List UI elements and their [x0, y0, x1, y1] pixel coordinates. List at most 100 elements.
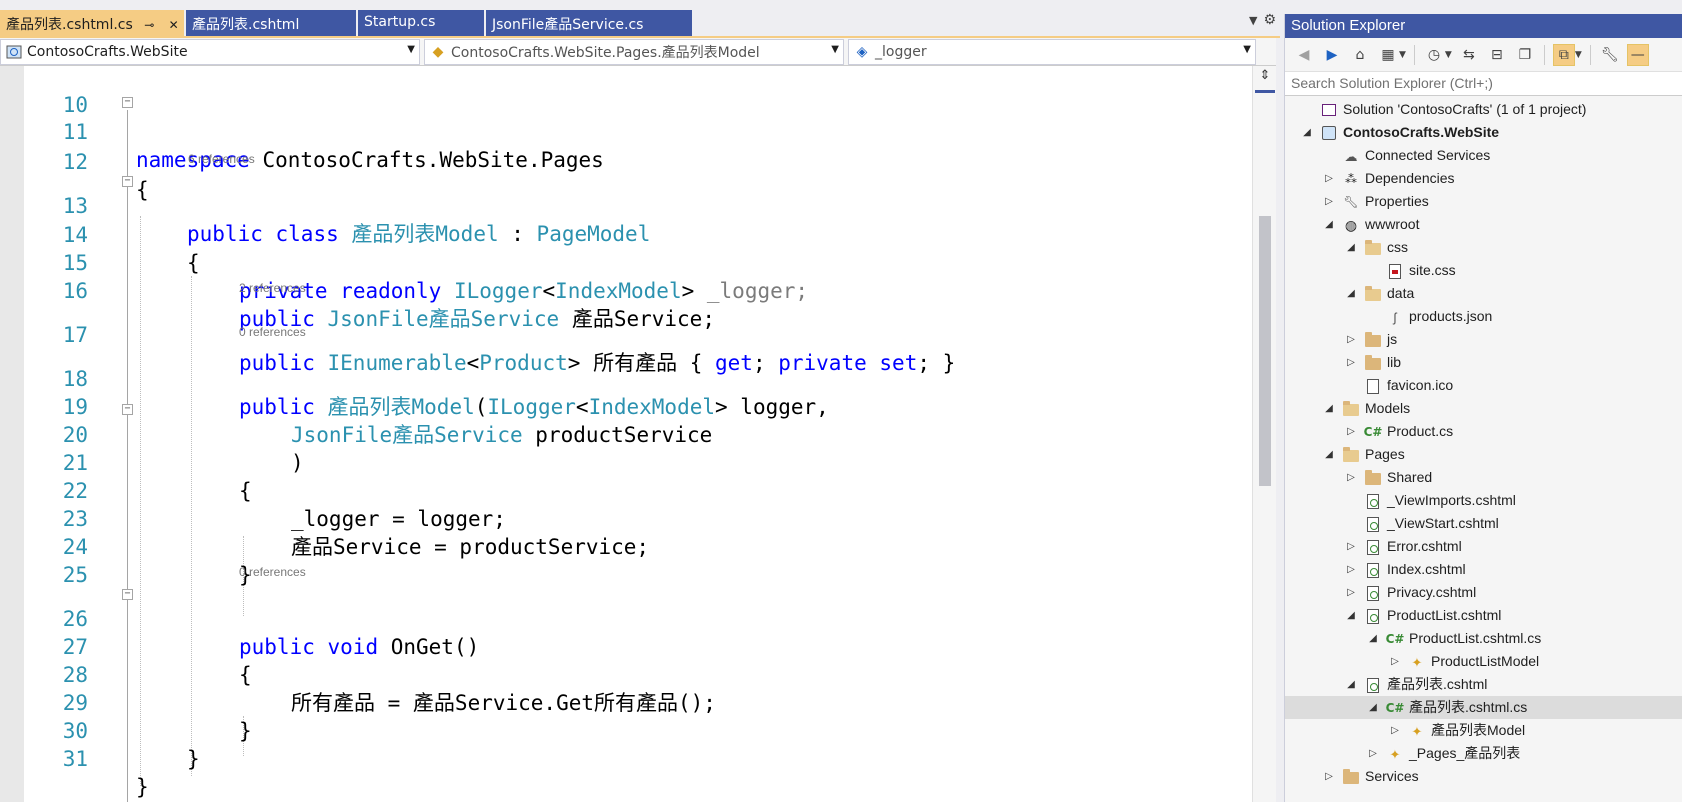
collapsed-arrow-icon[interactable]: ▷: [1367, 742, 1379, 765]
collapsed-arrow-icon[interactable]: ▷: [1345, 581, 1357, 604]
solution-explorer-toolbar: ◀ ▶ ⌂ ▦ ▼ ◷ ▼ ⇆ ⊟ ❐ ⧉ ▼ 🔧︎ —: [1285, 38, 1682, 72]
tree-item[interactable]: ▷ js: [1285, 328, 1682, 351]
close-icon[interactable]: ✕: [166, 18, 182, 32]
collapsed-arrow-icon[interactable]: ▷: [1323, 765, 1335, 788]
toolbar-separator: [1543, 44, 1545, 65]
tab-list-dropdown-icon[interactable]: ▼: [1249, 14, 1257, 28]
tab-jsonfile-service-cs[interactable]: JsonFile產品Service.cs: [486, 10, 692, 36]
pending-changes-filter-icon[interactable]: ◷: [1423, 44, 1445, 66]
code-editor[interactable]: − − − − 10 11 namespace ContosoCrafts.We…: [0, 66, 1252, 802]
forward-icon[interactable]: ▶: [1321, 44, 1343, 66]
split-window-icon[interactable]: ⇕: [1257, 68, 1273, 84]
tree-item[interactable]: ◢ ContosoCrafts.WebSite: [1285, 121, 1682, 144]
tree-item[interactable]: ▷ Index.cshtml: [1285, 558, 1682, 581]
show-all-files-icon[interactable]: ❐: [1514, 44, 1536, 66]
chevron-down-icon[interactable]: ▼: [1575, 50, 1582, 60]
type-dropdown[interactable]: ◆ ContosoCrafts.WebSite.Pages.產品列表Model …: [424, 39, 844, 65]
tree-item-label: Index.cshtml: [1387, 561, 1466, 577]
pin-panel-icon[interactable]: —: [1626, 43, 1649, 66]
code-line: 22 _logger = logger;: [0, 449, 1240, 531]
expanded-arrow-icon[interactable]: ◢: [1323, 213, 1335, 236]
properties-wrench-icon[interactable]: 🔧︎: [1599, 44, 1621, 66]
expanded-arrow-icon[interactable]: ◢: [1345, 236, 1357, 259]
collapsed-arrow-icon[interactable]: ▷: [1345, 535, 1357, 558]
collapsed-arrow-icon: [1345, 489, 1357, 512]
tree-item[interactable]: ◢ Pages: [1285, 443, 1682, 466]
editor-vertical-scrollbar[interactable]: ⇕: [1252, 66, 1276, 802]
pin-icon[interactable]: ⊸: [141, 18, 157, 32]
sync-with-document-icon[interactable]: ⇆: [1458, 44, 1480, 66]
tree-item[interactable]: ☁ Connected Services: [1285, 144, 1682, 167]
tree-item[interactable]: ▷ Error.cshtml: [1285, 535, 1682, 558]
collapsed-arrow-icon[interactable]: ▷: [1345, 466, 1357, 489]
tree-item-label: 產品列表.cshtml: [1387, 676, 1488, 692]
collapsed-arrow-icon[interactable]: ▷: [1345, 328, 1357, 351]
collapse-all-icon[interactable]: ⊟: [1486, 44, 1508, 66]
preview-selected-items-icon[interactable]: ⧉: [1552, 43, 1575, 66]
collapsed-arrow-icon[interactable]: ▷: [1323, 167, 1335, 190]
collapsed-arrow-icon[interactable]: ▷: [1389, 719, 1401, 742]
collapsed-arrow-icon[interactable]: ▷: [1323, 190, 1335, 213]
tree-item[interactable]: Solution 'ContosoCrafts' (1 of 1 project…: [1285, 98, 1682, 121]
gear-icon[interactable]: ⚙: [1263, 12, 1276, 28]
code-line: 16 public JsonFile產品Service 產品Service;: [0, 249, 1240, 331]
tab-product-list-cshtml-cs[interactable]: 產品列表.cshtml.cs ⊸ ✕: [0, 10, 184, 36]
tree-item-label: js: [1387, 331, 1398, 347]
tree-item[interactable]: ◢ C# 產品列表.cshtml.cs: [1285, 696, 1682, 719]
back-icon[interactable]: ◀: [1293, 44, 1315, 66]
tree-item[interactable]: ◢ css: [1285, 236, 1682, 259]
collapsed-arrow-icon[interactable]: ▷: [1345, 558, 1357, 581]
tree-item[interactable]: ▷ ⁂ Dependencies: [1285, 167, 1682, 190]
code-line: 20 ): [0, 393, 1240, 475]
code-line: 21 {: [0, 421, 1240, 503]
document-tab-strip: 產品列表.cshtml.cs ⊸ ✕ 產品列表.cshtml Startup.c…: [0, 0, 1280, 38]
tree-item[interactable]: _ViewImports.cshtml: [1285, 489, 1682, 512]
tree-item[interactable]: ▷ 🔧︎ Properties: [1285, 190, 1682, 213]
tree-item[interactable]: ◢ data: [1285, 282, 1682, 305]
tree-item[interactable]: ▷ Privacy.cshtml: [1285, 581, 1682, 604]
tree-item[interactable]: ▷ ✦ ProductListModel: [1285, 650, 1682, 673]
tree-item[interactable]: ◢ ◍ wwwroot: [1285, 213, 1682, 236]
panel-title[interactable]: Solution Explorer: [1285, 14, 1682, 38]
expanded-arrow-icon[interactable]: ◢: [1345, 604, 1357, 627]
tree-item[interactable]: ▷ C# Product.cs: [1285, 420, 1682, 443]
collapsed-arrow-icon[interactable]: ▷: [1345, 420, 1357, 443]
tree-item[interactable]: ◢ ProductList.cshtml: [1285, 604, 1682, 627]
chevron-down-icon[interactable]: ▼: [1445, 50, 1452, 60]
solution-explorer-search-input[interactable]: Search Solution Explorer (Ctrl+;): [1285, 72, 1682, 96]
expanded-arrow-icon[interactable]: ◢: [1345, 673, 1357, 696]
chevron-down-icon[interactable]: ▼: [1399, 50, 1406, 60]
expanded-arrow-icon[interactable]: ◢: [1367, 627, 1379, 650]
dependencies-icon: ⁂: [1345, 171, 1357, 186]
tree-item[interactable]: ◢ Models: [1285, 397, 1682, 420]
tree-item[interactable]: ▷ ✦ _Pages_產品列表: [1285, 742, 1682, 765]
collapsed-arrow-icon[interactable]: ▷: [1389, 650, 1401, 673]
scrollbar-thumb[interactable]: [1259, 216, 1271, 486]
project-dropdown[interactable]: ContosoCrafts.WebSite ▼: [0, 39, 420, 65]
folder-icon: [1343, 769, 1359, 785]
tree-item[interactable]: ▷ ✦ 產品列表Model: [1285, 719, 1682, 742]
tree-item[interactable]: ◢ 產品列表.cshtml: [1285, 673, 1682, 696]
tree-item[interactable]: ▷ Services: [1285, 765, 1682, 788]
expanded-arrow-icon[interactable]: ◢: [1367, 696, 1379, 719]
tree-item[interactable]: ʃ products.json: [1285, 305, 1682, 328]
expanded-arrow-icon[interactable]: ◢: [1323, 397, 1335, 420]
member-dropdown[interactable]: ◈ _logger ▼: [848, 39, 1256, 65]
brace: }: [187, 747, 200, 771]
tab-product-list-cshtml[interactable]: 產品列表.cshtml: [186, 10, 356, 36]
tree-item[interactable]: favicon.ico: [1285, 374, 1682, 397]
collapsed-arrow-icon[interactable]: ▷: [1345, 351, 1357, 374]
expanded-arrow-icon[interactable]: ◢: [1323, 443, 1335, 466]
tab-startup-cs[interactable]: Startup.cs: [358, 10, 484, 36]
tree-item-label: Privacy.cshtml: [1387, 584, 1477, 600]
tree-item-label: Shared: [1387, 469, 1433, 485]
home-icon[interactable]: ⌂: [1349, 44, 1371, 66]
tree-item[interactable]: ◢ C# ProductList.cshtml.cs: [1285, 627, 1682, 650]
tree-item[interactable]: site.css: [1285, 259, 1682, 282]
expanded-arrow-icon[interactable]: ◢: [1345, 282, 1357, 305]
tree-item[interactable]: ▷ Shared: [1285, 466, 1682, 489]
switch-views-icon[interactable]: ▦: [1377, 44, 1399, 66]
tree-item[interactable]: ▷ lib: [1285, 351, 1682, 374]
tree-item[interactable]: _ViewStart.cshtml: [1285, 512, 1682, 535]
expanded-arrow-icon[interactable]: ◢: [1301, 121, 1313, 144]
